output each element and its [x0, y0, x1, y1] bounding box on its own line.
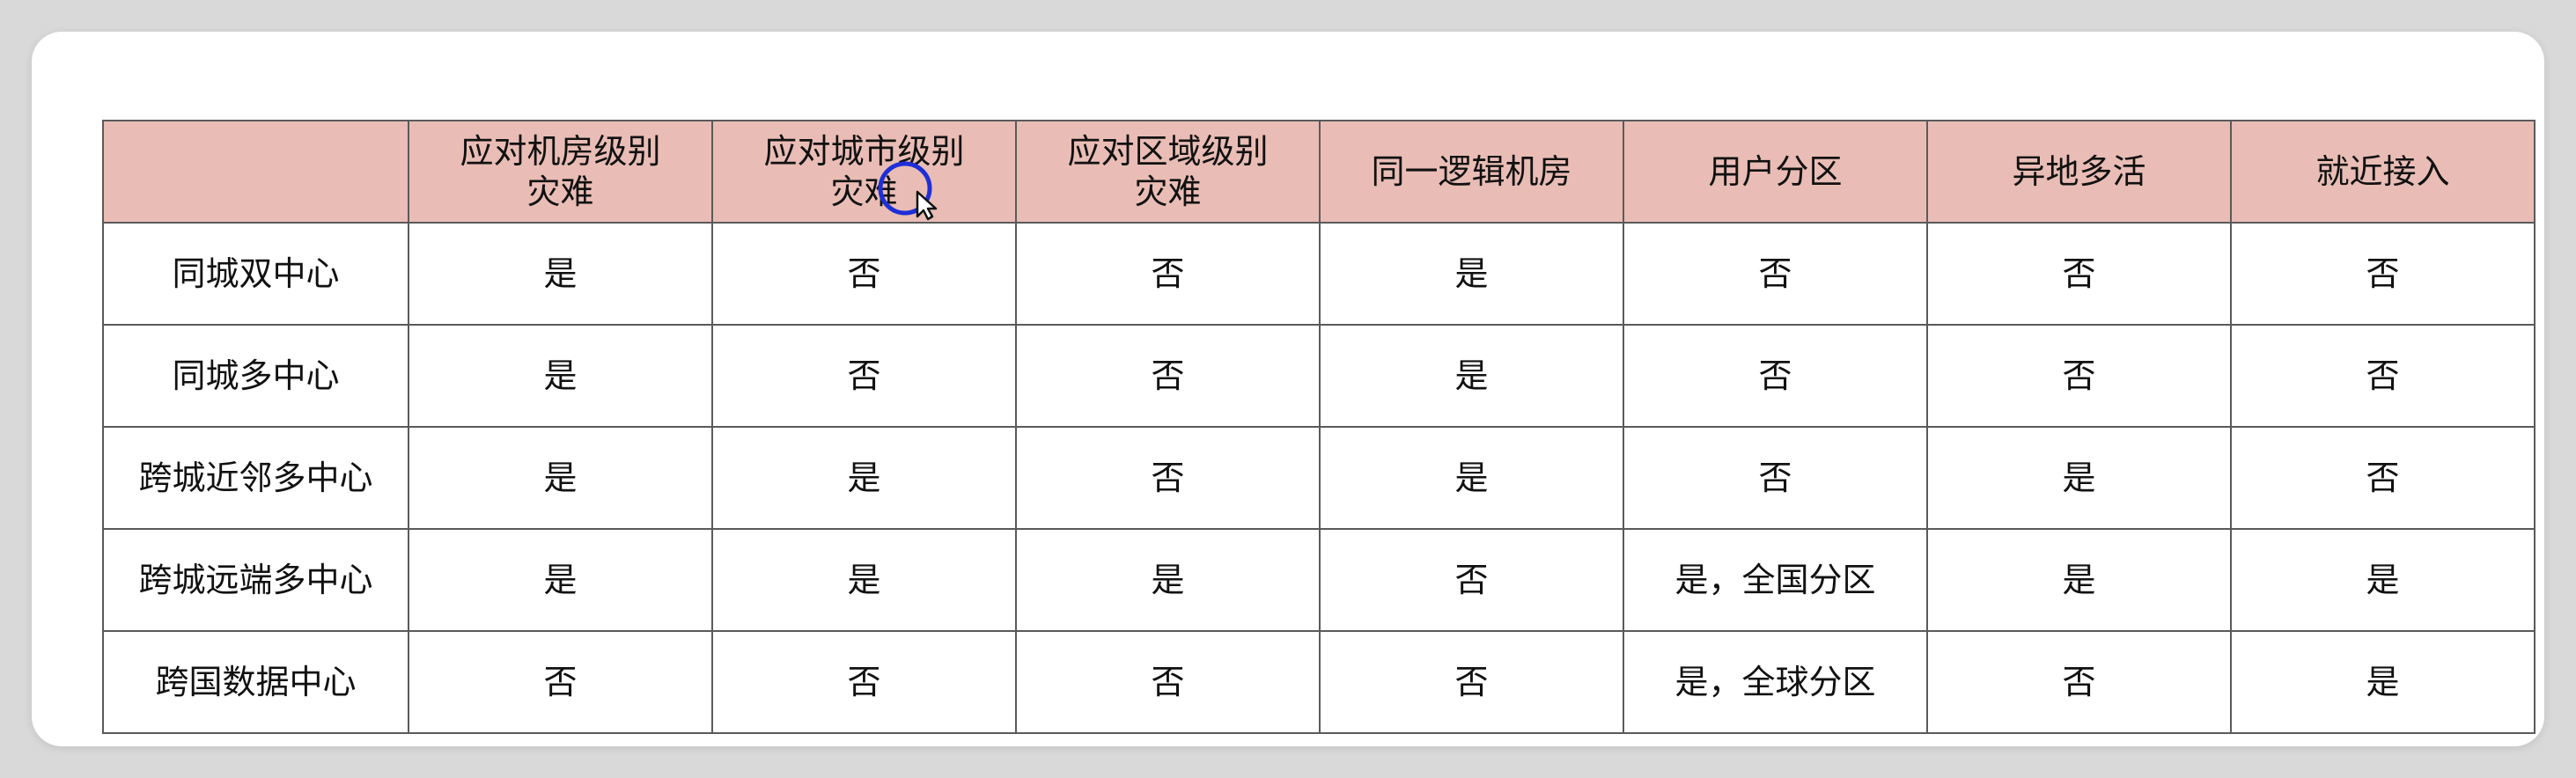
table-header: 应对机房级别 灾难 应对城市级别 灾难 应对区域级别 灾难 同一逻辑机房 用户分…: [102, 120, 2536, 224]
table-cell: 是，全球分区: [1623, 630, 1928, 734]
table-body: 同城双中心是否否是否否否同城多中心是否否是否否否跨城近邻多中心是是否是否是否跨城…: [102, 222, 2536, 734]
row-label: 跨国数据中心: [102, 630, 409, 734]
table-cell: 否: [1926, 630, 2232, 734]
table-cell: 是: [1319, 222, 1624, 326]
table-cell: 否: [1623, 426, 1928, 530]
header-cell: 就近接入: [2230, 120, 2536, 224]
table-cell: 否: [711, 222, 1017, 326]
table-cell: 否: [711, 324, 1017, 428]
table-cell: 否: [2230, 426, 2536, 530]
table-cell: 否: [2230, 324, 2536, 428]
slide-card: 应对机房级别 灾难 应对城市级别 灾难 应对区域级别 灾难 同一逻辑机房 用户分…: [32, 32, 2544, 746]
header-cell: 同一逻辑机房: [1319, 120, 1624, 224]
table-cell: 是: [1926, 528, 2232, 632]
table-cell: 是: [1319, 324, 1624, 428]
table-cell: 否: [711, 630, 1017, 734]
header-line: 应对机房级别: [460, 132, 661, 171]
row-label: 同城双中心: [102, 222, 409, 326]
table-cell: 是: [408, 426, 713, 530]
table-cell: 否: [1015, 426, 1321, 530]
row-label: 跨城近邻多中心: [102, 426, 409, 530]
table-cell: 否: [1319, 528, 1624, 632]
header-line: 应对城市级别: [763, 132, 965, 171]
table-cell: 否: [1926, 324, 2232, 428]
header-cell: 用户分区: [1623, 120, 1928, 224]
header-row: 应对机房级别 灾难 应对城市级别 灾难 应对区域级别 灾难 同一逻辑机房 用户分…: [102, 120, 2536, 224]
table-cell: 否: [1623, 324, 1928, 428]
table-cell: 是: [408, 528, 713, 632]
table-cell: 否: [1015, 222, 1321, 326]
table-row: 同城双中心是否否是否否否: [102, 222, 2536, 326]
table-cell: 是: [408, 324, 713, 428]
row-label: 跨城远端多中心: [102, 528, 409, 632]
table-row: 跨国数据中心否否否否是，全球分区否是: [102, 630, 2536, 734]
table-cell: 否: [1623, 222, 1928, 326]
header-cell: 异地多活: [1926, 120, 2232, 224]
table-cell: 是: [1015, 528, 1321, 632]
table-cell: 是，全国分区: [1623, 528, 1928, 632]
table-row: 同城多中心是否否是否否否: [102, 324, 2536, 428]
table-cell: 否: [2230, 222, 2536, 326]
table-cell: 是: [711, 528, 1017, 632]
table-row: 跨城近邻多中心是是否是否是否: [102, 426, 2536, 530]
header-line: 灾难: [830, 172, 898, 211]
table-cell: 否: [1015, 324, 1321, 428]
table-row: 跨城远端多中心是是是否是，全国分区是是: [102, 528, 2536, 632]
table-cell: 否: [1319, 630, 1624, 734]
table-cell: 是: [408, 222, 713, 326]
header-cell: 应对机房级别 灾难: [408, 120, 713, 224]
table-cell: 否: [1926, 222, 2232, 326]
table-cell: 是: [1926, 426, 2232, 530]
header-cell-corner: [102, 120, 409, 224]
table-cell: 是: [1319, 426, 1624, 530]
table-cell: 是: [711, 426, 1017, 530]
table-cell: 是: [2230, 528, 2536, 632]
header-cell: 应对城市级别 灾难: [711, 120, 1017, 224]
row-label: 同城多中心: [102, 324, 409, 428]
header-cell: 应对区域级别 灾难: [1015, 120, 1321, 224]
header-line: 应对区域级别: [1067, 132, 1269, 171]
header-line: 灾难: [526, 172, 594, 211]
table-cell: 否: [408, 630, 713, 734]
table-cell: 是: [2230, 630, 2536, 734]
header-line: 灾难: [1134, 172, 1202, 211]
table-cell: 否: [1015, 630, 1321, 734]
datacenter-capability-table: 应对机房级别 灾难 应对城市级别 灾难 应对区域级别 灾难 同一逻辑机房 用户分…: [102, 120, 2536, 734]
